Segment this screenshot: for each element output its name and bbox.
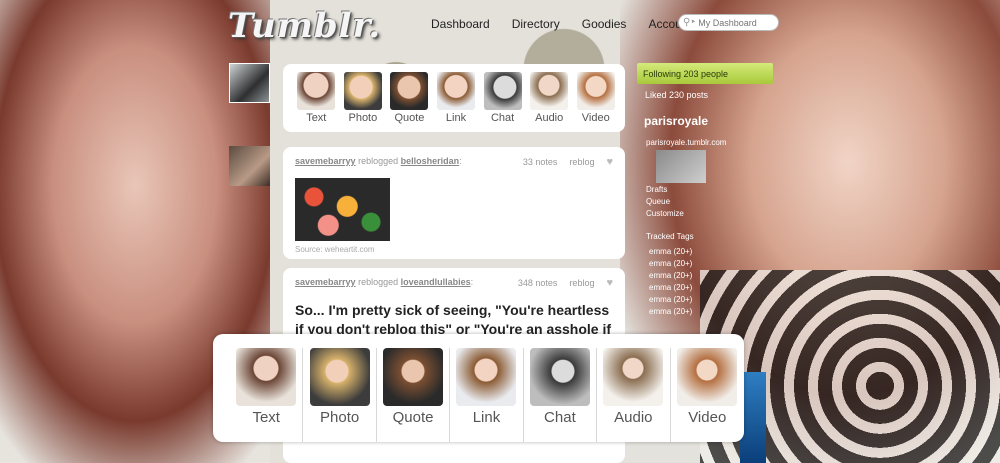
post-notes[interactable]: 348 notes <box>518 278 558 288</box>
large-audio-label: Audio <box>614 409 653 426</box>
new-photo-label: Photo <box>348 112 378 124</box>
post-type-bar: Text Photo Quote Link Chat Audio Video <box>283 64 625 132</box>
new-quote-label: Quote <box>394 112 425 124</box>
new-text-post[interactable]: Text <box>293 72 340 132</box>
large-link-label: Link <box>472 409 501 426</box>
large-photo-label: Photo <box>320 409 360 426</box>
heart-icon[interactable]: ♥ <box>606 156 613 168</box>
blog-thumbnail[interactable] <box>656 150 706 183</box>
new-quote-post[interactable]: Quote <box>386 72 433 132</box>
following-button[interactable]: Following 203 people <box>637 63 773 84</box>
search-box[interactable]: ⚲‣ <box>678 14 779 31</box>
blog-links: Drafts Queue Customize <box>646 184 684 220</box>
photo-post-thumb <box>343 72 382 110</box>
video-post-thumb <box>677 348 738 406</box>
tumblr-logo[interactable]: Tumblr. <box>228 6 381 46</box>
tracked-tags-heading: Tracked Tags <box>646 232 694 241</box>
post-source-user-link[interactable]: loveandlullabies <box>401 277 471 289</box>
new-audio-label: Audio <box>535 112 564 124</box>
large-chat-post[interactable]: Chat <box>524 348 598 442</box>
new-link-post[interactable]: Link <box>433 72 480 132</box>
large-video-label: Video <box>688 409 727 426</box>
new-chat-post[interactable]: Chat <box>479 72 526 132</box>
post-action: reblogged <box>358 277 399 287</box>
post-action: reblogged <box>358 156 399 166</box>
new-chat-label: Chat <box>490 112 515 124</box>
large-quote-post[interactable]: Quote <box>377 348 451 442</box>
chat-post-thumb <box>483 72 522 110</box>
tracked-tag[interactable]: emma (20+) <box>649 282 692 294</box>
post-type-bar-large: Text Photo Quote Link Chat Audio Video <box>213 334 744 442</box>
post-meta: savemebarryy reblogged bellosheridan: 33… <box>295 156 613 168</box>
search-input[interactable] <box>698 17 769 28</box>
blog-username[interactable]: parisroyale <box>644 114 708 128</box>
large-quote-label: Quote <box>392 409 434 426</box>
post-source-user-link[interactable]: bellosheridan <box>401 156 460 168</box>
tracked-tag[interactable]: emma (20+) <box>649 258 692 270</box>
liked-posts-link[interactable]: Liked 230 posts <box>645 90 708 100</box>
post-notes[interactable]: 33 notes <box>523 157 558 167</box>
search-icon: ⚲‣ <box>683 17 697 28</box>
dashboard-post: savemebarryy reblogged bellosheridan: 33… <box>283 147 625 259</box>
drafts-link[interactable]: Drafts <box>646 184 684 196</box>
audio-post-thumb <box>530 72 569 110</box>
tracked-tag[interactable]: emma (20+) <box>649 306 692 318</box>
blog-url-link[interactable]: parisroyale.tumblr.com <box>646 138 726 147</box>
tracked-tags-list: emma (20+) emma (20+) emma (20+) emma (2… <box>649 246 692 318</box>
nav-dashboard[interactable]: Dashboard <box>431 17 490 31</box>
post-meta: savemebarryy reblogged loveandlullabies:… <box>295 277 613 289</box>
new-link-label: Link <box>445 112 467 124</box>
audio-post-thumb <box>603 348 664 406</box>
heart-icon[interactable]: ♥ <box>606 277 613 289</box>
new-video-post[interactable]: Video <box>572 72 619 132</box>
link-post-thumb <box>456 348 517 406</box>
chat-post-thumb <box>529 348 590 406</box>
post-author-link[interactable]: savemebarryy <box>295 277 356 289</box>
text-post-thumb <box>297 72 336 110</box>
new-audio-post[interactable]: Audio <box>526 72 573 132</box>
large-audio-post[interactable]: Audio <box>597 348 671 442</box>
link-post-thumb <box>437 72 476 110</box>
reblog-button[interactable]: reblog <box>569 278 594 288</box>
new-text-label: Text <box>306 112 327 124</box>
customize-link[interactable]: Customize <box>646 208 684 220</box>
photo-post-thumb <box>309 348 370 406</box>
nav-directory[interactable]: Directory <box>512 17 560 31</box>
large-text-post[interactable]: Text <box>230 348 304 442</box>
new-video-label: Video <box>581 112 610 124</box>
post-author-link[interactable]: savemebarryy <box>295 156 356 168</box>
tracked-tag[interactable]: emma (20+) <box>649 270 692 282</box>
quote-post-thumb <box>383 348 444 406</box>
queue-link[interactable]: Queue <box>646 196 684 208</box>
post-avatar[interactable] <box>229 146 270 186</box>
tracked-tag[interactable]: emma (20+) <box>649 294 692 306</box>
post-photo[interactable] <box>295 178 390 241</box>
tracked-tag[interactable]: emma (20+) <box>649 246 692 258</box>
quote-post-thumb <box>390 72 429 110</box>
large-video-post[interactable]: Video <box>671 348 744 442</box>
user-avatar[interactable] <box>229 63 270 103</box>
large-chat-label: Chat <box>544 409 576 426</box>
large-text-label: Text <box>252 409 280 426</box>
video-post-thumb <box>576 72 615 110</box>
text-post-thumb <box>236 348 297 406</box>
post-source[interactable]: Source: weheartit.com <box>295 245 613 254</box>
reblog-button[interactable]: reblog <box>569 157 594 167</box>
large-link-post[interactable]: Link <box>450 348 524 442</box>
large-photo-post[interactable]: Photo <box>303 348 377 442</box>
new-photo-post[interactable]: Photo <box>340 72 387 132</box>
following-label: Following 203 people <box>643 68 729 79</box>
top-nav: Dashboard Directory Goodies Account <box>431 17 692 31</box>
nav-goodies[interactable]: Goodies <box>582 17 627 31</box>
